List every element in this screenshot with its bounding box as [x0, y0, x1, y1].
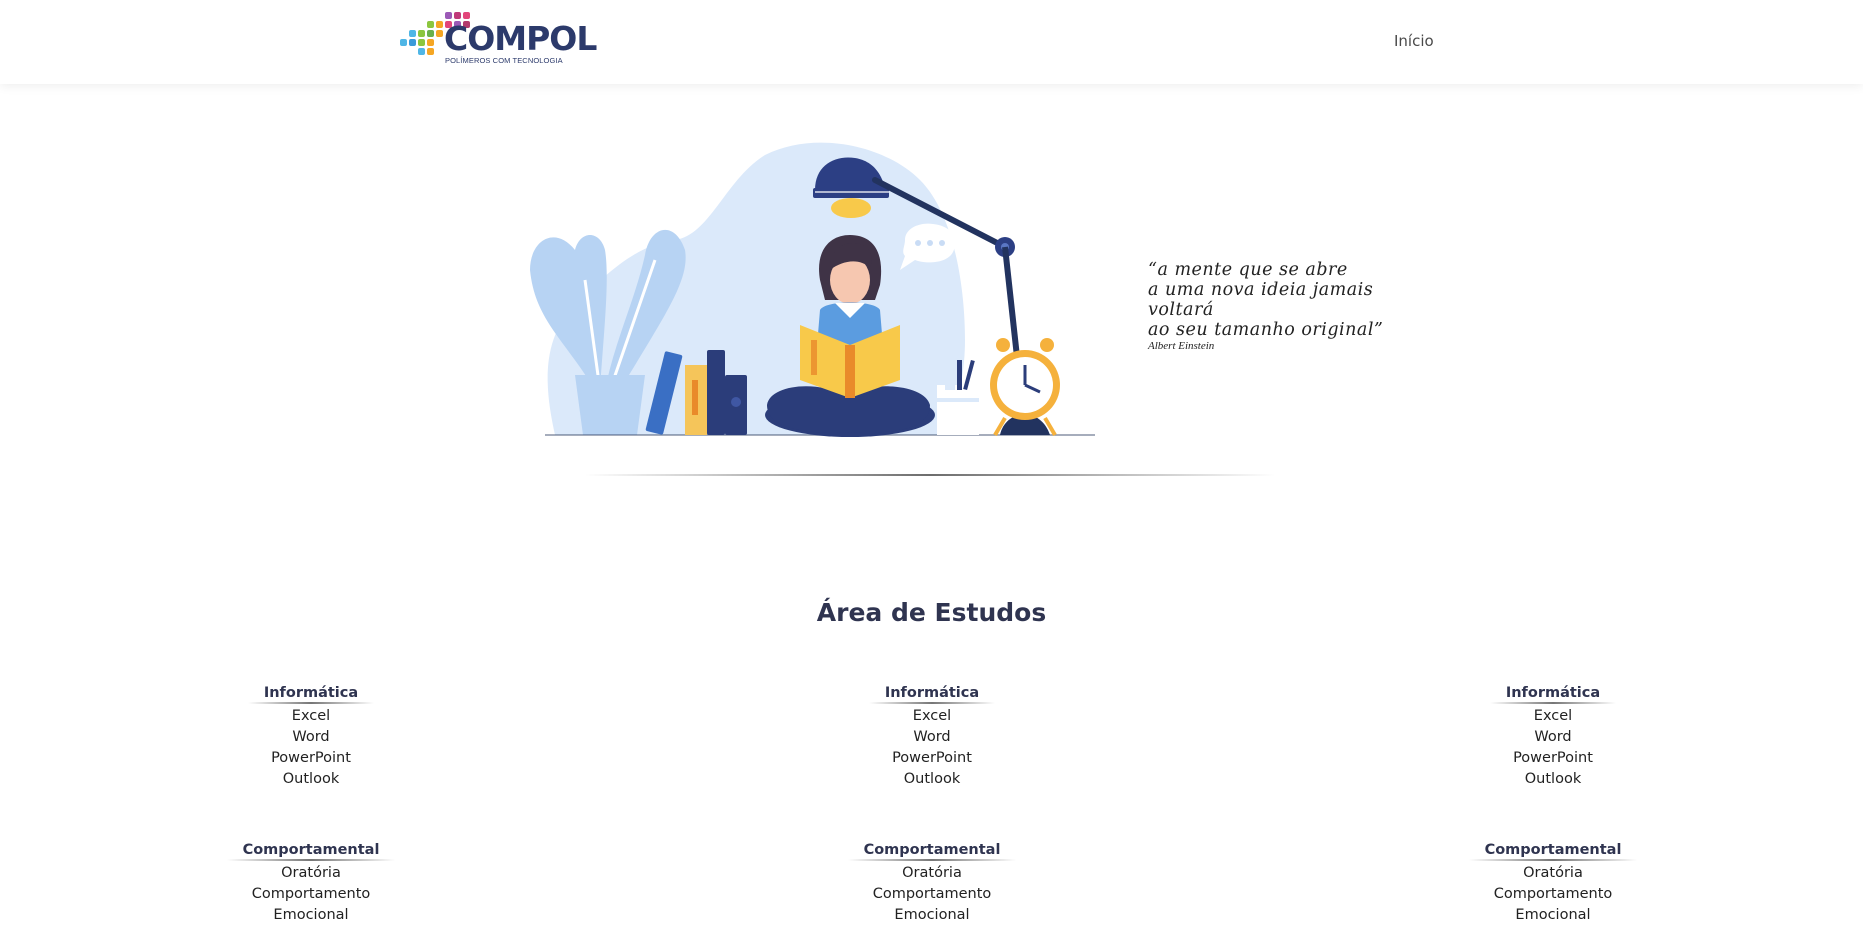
- top-navbar: COMPOL POLÍMEROS COM TECNOLOGIA Início: [0, 0, 1863, 84]
- course-item: Comportamento: [1428, 884, 1678, 905]
- brand-name: COMPOL: [444, 19, 597, 58]
- quote-line: a uma nova ideia jamais: [1148, 280, 1374, 300]
- course-item: PowerPoint: [186, 748, 436, 769]
- course-group-comportamental: Comportamental Oratória Comportamento Em…: [186, 841, 436, 926]
- course-item: Outlook: [186, 769, 436, 790]
- course-link-oratoria[interactable]: Oratória: [281, 865, 341, 881]
- course-group-title: Informática: [868, 685, 996, 704]
- course-link-word[interactable]: Word: [1534, 729, 1571, 745]
- course-item: PowerPoint: [1428, 748, 1678, 769]
- course-item: Emocional: [1428, 905, 1678, 926]
- course-group-title: Comportamental: [226, 842, 396, 861]
- course-link-comportamento[interactable]: Comportamento: [252, 886, 371, 902]
- course-link-outlook[interactable]: Outlook: [904, 771, 960, 787]
- nav-link-inicio[interactable]: Início: [1394, 32, 1434, 50]
- course-link-oratoria[interactable]: Oratória: [902, 865, 962, 881]
- course-group-informatica: Informática Excel Word PowerPoint Outloo…: [186, 684, 436, 790]
- course-item: Oratória: [807, 863, 1057, 884]
- course-item: Word: [1428, 727, 1678, 748]
- course-group-title: Informática: [247, 685, 375, 704]
- study-area-title: Área de Estudos: [816, 598, 1047, 627]
- course-item: Oratória: [1428, 863, 1678, 884]
- course-link-powerpoint[interactable]: PowerPoint: [892, 750, 972, 766]
- course-link-word[interactable]: Word: [292, 729, 329, 745]
- course-item: Word: [807, 727, 1057, 748]
- course-item: Comportamento: [186, 884, 436, 905]
- course-item: Outlook: [1428, 769, 1678, 790]
- course-link-powerpoint[interactable]: PowerPoint: [1513, 750, 1593, 766]
- course-link-emocional[interactable]: Emocional: [273, 907, 348, 923]
- course-link-emocional[interactable]: Emocional: [1515, 907, 1590, 923]
- course-item: Excel: [807, 706, 1057, 727]
- course-group-informatica: Informática Excel Word PowerPoint Outloo…: [807, 684, 1057, 790]
- course-item: Oratória: [186, 863, 436, 884]
- course-link-word[interactable]: Word: [913, 729, 950, 745]
- course-link-emocional[interactable]: Emocional: [894, 907, 969, 923]
- course-group-title: Informática: [1489, 685, 1617, 704]
- course-link-excel[interactable]: Excel: [913, 708, 951, 724]
- course-link-oratoria[interactable]: Oratória: [1523, 865, 1583, 881]
- woman-reading-book-illustration: [530, 142, 1095, 437]
- course-item: Comportamento: [807, 884, 1057, 905]
- course-link-excel[interactable]: Excel: [1534, 708, 1572, 724]
- brand-tagline: POLÍMEROS COM TECNOLOGIA: [445, 56, 563, 65]
- course-group-comportamental: Comportamental Oratória Comportamento Em…: [807, 841, 1057, 926]
- course-link-outlook[interactable]: Outlook: [283, 771, 339, 787]
- course-item: Emocional: [807, 905, 1057, 926]
- course-group-comportamental: Comportamental Oratória Comportamento Em…: [1428, 841, 1678, 926]
- quote-author: Albert Einstein: [1148, 340, 1215, 352]
- course-link-outlook[interactable]: Outlook: [1525, 771, 1581, 787]
- course-link-excel[interactable]: Excel: [292, 708, 330, 724]
- quote-line: “a mente que se abre: [1148, 260, 1348, 280]
- quote-line: voltará: [1148, 300, 1214, 320]
- course-item: Excel: [1428, 706, 1678, 727]
- course-item: Excel: [186, 706, 436, 727]
- course-item: Outlook: [807, 769, 1057, 790]
- course-item: Emocional: [186, 905, 436, 926]
- course-group-title: Comportamental: [847, 842, 1017, 861]
- course-item: PowerPoint: [807, 748, 1057, 769]
- einstein-quote: “a mente que se abre a uma nova ideia ja…: [1148, 260, 1383, 352]
- course-link-powerpoint[interactable]: PowerPoint: [271, 750, 351, 766]
- course-link-comportamento[interactable]: Comportamento: [1494, 886, 1613, 902]
- course-group-informatica: Informática Excel Word PowerPoint Outloo…: [1428, 684, 1678, 790]
- course-group-title: Comportamental: [1468, 842, 1638, 861]
- hero-divider: [585, 474, 1275, 476]
- quote-line: ao seu tamanho original”: [1148, 320, 1384, 340]
- course-link-comportamento[interactable]: Comportamento: [873, 886, 992, 902]
- course-item: Word: [186, 727, 436, 748]
